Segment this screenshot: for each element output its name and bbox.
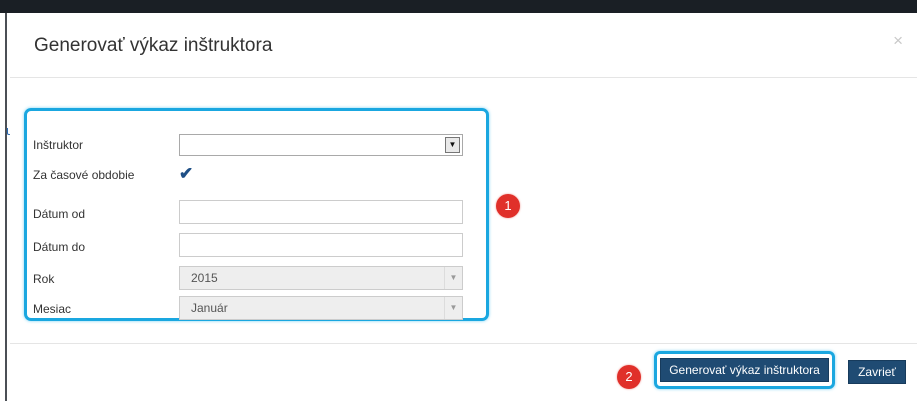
period-row: Za časové obdobie ✔	[27, 164, 486, 188]
year-row: Rok 2015 ▼	[27, 266, 486, 290]
year-select[interactable]: 2015 ▼	[179, 266, 463, 290]
chevron-down-icon: ▼	[444, 297, 462, 319]
year-label: Rok	[33, 272, 55, 286]
chevron-down-icon[interactable]: ▼	[445, 137, 460, 153]
instructor-label: Inštruktor	[33, 138, 84, 152]
date-from-label: Dátum od	[33, 207, 86, 221]
date-to-input[interactable]	[179, 233, 463, 257]
instructor-select[interactable]: ▼	[179, 134, 463, 156]
dialog-title: Generovať výkaz inštruktora	[34, 35, 273, 56]
backdrop-left-edge: u	[0, 13, 13, 401]
date-from-row: Dátum od	[27, 200, 486, 224]
close-icon[interactable]: ×	[893, 31, 903, 51]
month-label: Mesiac	[33, 302, 72, 316]
annotation-badge-1: 1	[496, 194, 520, 218]
annotation-badge-2: 2	[617, 365, 641, 389]
year-select-value: 2015	[191, 271, 218, 285]
chevron-down-icon: ▼	[444, 267, 462, 289]
backdrop-top-bar	[0, 0, 917, 13]
period-label: Za časové obdobie	[33, 168, 135, 182]
generate-report-button[interactable]: Generovať výkaz inštruktora	[660, 358, 829, 382]
month-select-value: Január	[191, 301, 228, 315]
month-select[interactable]: Január ▼	[179, 296, 463, 320]
instructor-row: Inštruktor ▼	[27, 134, 486, 158]
date-to-row: Dátum do	[27, 233, 486, 257]
month-row: Mesiac Január ▼	[27, 296, 486, 320]
page: u Generovať výkaz inštruktora × Inštrukt…	[0, 0, 917, 401]
checkmark-icon[interactable]: ✔	[179, 164, 193, 184]
close-button[interactable]: Zavrieť	[848, 360, 906, 384]
dialog-header: Generovať výkaz inštruktora ×	[10, 13, 917, 78]
date-to-label: Dátum do	[33, 240, 86, 254]
report-dialog: Generovať výkaz inštruktora × Inštruktor…	[10, 13, 917, 401]
date-from-input[interactable]	[179, 200, 463, 224]
form-highlight-box: Inštruktor ▼ Za časové obdobie ✔ Dátum o…	[24, 108, 489, 321]
backdrop-left-rule	[5, 13, 7, 401]
